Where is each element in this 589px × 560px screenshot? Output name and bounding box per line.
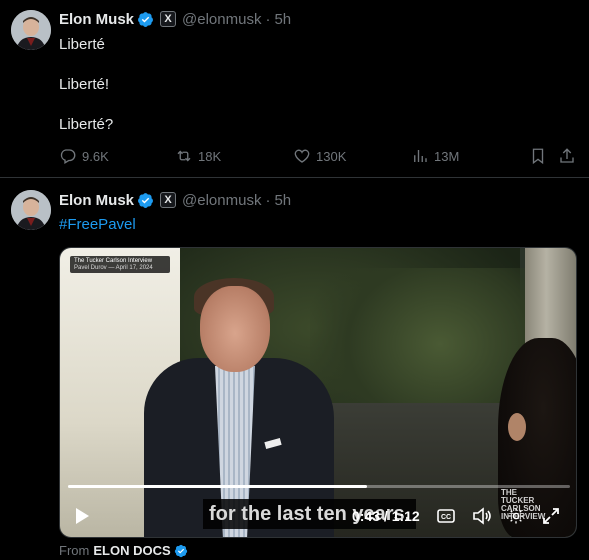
media-source: From ELON DOCS (59, 543, 188, 558)
tweet-1[interactable]: Elon Musk X @elonmusk · 5h Liberté Liber… (0, 0, 589, 178)
author-name[interactable]: Elon Musk (59, 11, 134, 28)
author-name[interactable]: Elon Musk (59, 192, 134, 209)
separator-dot: · (265, 10, 271, 28)
settings-button[interactable] (506, 506, 526, 526)
volume-icon (473, 507, 491, 525)
from-label: From (59, 543, 90, 558)
svg-text:CC: CC (441, 514, 451, 521)
tweet-text-line: Liberté? (59, 116, 114, 133)
tweet-actions: 9.6K 18K 130K 13M (59, 145, 579, 167)
x-affiliation-badge: X (160, 192, 177, 208)
verified-badge-icon (138, 11, 153, 27)
share-button[interactable] (558, 145, 576, 167)
verified-badge-icon (138, 192, 153, 208)
views-icon (414, 150, 427, 162)
bookmark-button[interactable] (529, 145, 547, 167)
reply-count: 9.6K (82, 148, 109, 164)
separator-dot: · (265, 191, 271, 209)
captions-icon: CC (437, 509, 455, 523)
verified-badge-icon (174, 544, 187, 557)
play-button[interactable] (70, 506, 94, 526)
bookmark-icon (532, 148, 544, 165)
tweet-text-line: Liberté (59, 36, 105, 53)
video-frame (60, 248, 576, 537)
tweet-time[interactable]: 5h (274, 192, 291, 209)
captions-button[interactable]: CC (436, 506, 456, 526)
reply-icon (60, 149, 76, 164)
volume-button[interactable] (471, 506, 493, 526)
source-account-link[interactable]: ELON DOCS (93, 543, 170, 558)
fullscreen-button[interactable] (541, 506, 561, 526)
author-handle[interactable]: @elonmusk (182, 192, 261, 209)
title-card-line: Pavel Durov — April 17, 2024 (74, 264, 153, 271)
tweet-text-line: Liberté! (59, 76, 110, 93)
tweet-2[interactable]: Elon Musk X @elonmusk · 5h #FreePavel Th… (0, 179, 589, 560)
author-handle[interactable]: @elonmusk (182, 11, 261, 28)
play-icon (76, 508, 89, 524)
retweet-button[interactable]: 18K (175, 145, 221, 167)
video-player[interactable]: The Tucker Carlson Interview Pavel Durov… (59, 247, 577, 538)
settings-icon (508, 508, 524, 524)
views-count: 13M (434, 148, 460, 164)
avatar[interactable] (11, 190, 51, 230)
reply-button[interactable]: 9.6K (59, 145, 109, 167)
avatar[interactable] (11, 10, 51, 50)
x-affiliation-badge: X (160, 11, 177, 27)
share-icon (560, 148, 574, 163)
video-progress-bar[interactable] (68, 485, 570, 488)
retweet-icon (177, 150, 191, 162)
views-button[interactable]: 13M (411, 145, 459, 167)
video-progress-fill (68, 485, 367, 488)
video-title-card: The Tucker Carlson Interview Pavel Durov… (70, 256, 170, 273)
tweet-header: Elon Musk X @elonmusk · 5h (59, 190, 291, 210)
hashtag-link[interactable]: #FreePavel (59, 216, 136, 233)
heart-icon (294, 149, 310, 163)
tweet-header: Elon Musk X @elonmusk · 5h (59, 9, 291, 29)
tweet-time[interactable]: 5h (274, 11, 291, 28)
like-button[interactable]: 130K (293, 145, 346, 167)
fullscreen-icon (543, 508, 559, 524)
like-count: 130K (316, 148, 347, 164)
retweet-count: 18K (198, 148, 222, 164)
video-timecode: 0:43 / 1:12 (352, 508, 420, 524)
